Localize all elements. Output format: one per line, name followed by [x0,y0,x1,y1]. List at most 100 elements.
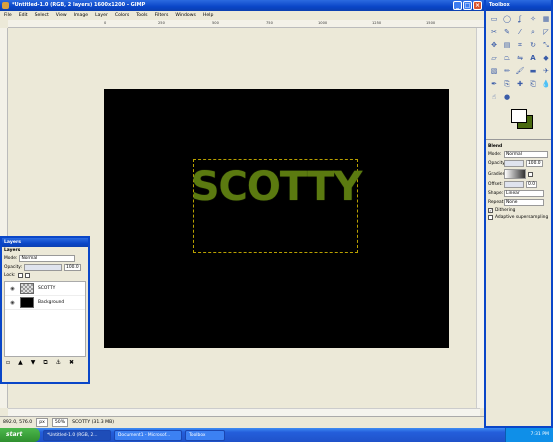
unit-select[interactable]: px [36,418,48,427]
zoom-icon[interactable]: ⌕ [527,26,539,38]
minimize-button[interactable]: _ [453,1,462,10]
layer-mode-select[interactable]: Normal [19,255,76,262]
eraser-icon[interactable]: ▬ [527,65,539,77]
pencil-icon[interactable]: ✏ [501,65,513,77]
gradient-preview[interactable] [504,169,526,179]
heal-icon[interactable]: ✚ [514,78,526,90]
airbrush-icon[interactable]: ✈ [540,65,552,77]
text-icon[interactable]: A [527,52,539,64]
menu-tools[interactable]: Tools [136,11,147,20]
blend-opacity-input[interactable]: 100.0 [526,160,543,167]
gimp-app-icon [2,2,9,9]
dodge-burn-icon[interactable]: ● [501,91,513,103]
ellipse-select-icon[interactable]: ◯ [501,13,513,25]
ruler-tick: 250 [158,21,165,25]
layers-heading: Layers [4,248,21,253]
foreground-color-swatch[interactable] [511,109,527,123]
layer-lock-label: Lock: [4,273,16,278]
vertical-scrollbar[interactable] [476,28,484,408]
bucket-fill-icon[interactable]: ◆ [540,52,552,64]
shape-select[interactable]: Linear [504,190,544,197]
maximize-button[interactable]: □ [463,1,472,10]
clone-icon[interactable]: ⎘ [501,78,513,90]
lock-alpha-checkbox[interactable] [24,273,30,278]
menu-view[interactable]: View [56,11,67,20]
ink-icon[interactable]: ✒ [488,78,500,90]
delete-layer-icon[interactable]: ✖ [69,359,74,367]
color-select-icon[interactable]: ▦ [540,13,552,25]
lower-layer-icon[interactable]: ▼ [31,359,36,367]
start-button[interactable]: start [0,428,40,442]
scissors-icon[interactable]: ✂ [488,26,500,38]
taskbar-item-gimp[interactable]: *Untitled-1.0 (RGB, 2... [43,429,111,441]
menu-help[interactable]: Help [203,11,213,20]
rect-select-icon[interactable]: ▭ [488,13,500,25]
raise-layer-icon[interactable]: ▲ [18,359,23,367]
perspective-clone-icon[interactable]: ⎗ [527,78,539,90]
main-window-title: *Untitled-1.0 (RGB, 2 layers) 1600x1200 … [12,2,146,8]
menu-select[interactable]: Select [35,11,49,20]
shear-icon[interactable]: ▱ [488,52,500,64]
toolbox-titlebar[interactable]: Toolbox [486,0,551,11]
taskbar: start *Untitled-1.0 (RGB, 2... Document1… [0,428,553,442]
layers-button-bar: ▫ ▲ ▼ ⧉ ⚓ ✖ [2,357,88,369]
menu-file[interactable]: File [4,11,12,20]
ruler-tick: 500 [212,21,219,25]
align-icon[interactable]: ▤ [501,39,513,51]
status-message: SCOTTY (31.3 MB) [72,420,115,425]
flip-icon[interactable]: ⇋ [514,52,526,64]
perspective-icon[interactable]: ⏢ [501,52,513,64]
offset-slider[interactable] [504,181,524,188]
fuzzy-select-icon[interactable]: ✧ [527,13,539,25]
new-layer-icon[interactable]: ▫ [6,359,10,367]
smudge-icon[interactable]: ☝ [488,91,500,103]
duplicate-layer-icon[interactable]: ⧉ [43,359,47,367]
anchor-layer-icon[interactable]: ⚓ [56,359,61,367]
taskbar-item-word[interactable]: Document1 - Microsof... [114,429,182,441]
close-button[interactable]: × [473,1,482,10]
crop-icon[interactable]: ⌗ [514,39,526,51]
menu-image[interactable]: Image [74,11,88,20]
blend-opacity-slider[interactable] [504,160,524,167]
menu-filters[interactable]: Filters [155,11,169,20]
menu-colors[interactable]: Colors [115,11,129,20]
reverse-gradient-checkbox[interactable] [528,171,533,177]
layer-row-background[interactable]: ◉ Background [5,296,85,310]
taskbar-item-toolbox[interactable]: Toolbox [185,429,225,441]
blend-mode-select[interactable]: Normal [504,151,548,158]
repeat-select[interactable]: None [504,199,544,206]
tool-options-panel: Blend Mode: Normal Opacity: 100.0 Gradie… [486,139,551,224]
measure-icon[interactable]: ◸ [540,26,552,38]
paths-icon[interactable]: ✎ [501,26,513,38]
convolve-icon[interactable]: 💧 [540,78,552,90]
layer-opacity-input[interactable]: 100.0 [64,264,81,271]
layer-row-scotty[interactable]: ◉ SCOTTY [5,282,85,296]
menu-windows[interactable]: Windows [175,11,196,20]
blend-icon[interactable]: ▧ [488,65,500,77]
color-picker-icon[interactable]: ⁄ [514,26,526,38]
paintbrush-icon[interactable]: 🖌 [514,65,526,77]
scale-icon[interactable]: ⤡ [540,39,552,51]
layer-list: ◉ SCOTTY ◉ Background [4,281,86,357]
rotate-icon[interactable]: ↻ [527,39,539,51]
layer-opacity-slider[interactable] [24,264,63,271]
dithering-checkbox[interactable]: ✓ [488,208,493,213]
horizontal-scrollbar[interactable] [8,408,480,416]
move-icon[interactable]: ✥ [488,39,500,51]
menu-edit[interactable]: Edit [19,11,28,20]
horizontal-ruler[interactable]: 0 250 500 750 1000 1250 1500 [8,20,484,28]
color-swatches [489,107,548,137]
dithering-label: Dithering [495,208,516,213]
layers-dialog: Layers Layers Mode: Normal Opacity: 100.… [0,236,90,384]
adaptive-supersampling-checkbox[interactable] [488,215,493,220]
ruler-tick: 0 [104,21,107,25]
menu-layer[interactable]: Layer [95,11,108,20]
offset-input[interactable]: 0.0 [526,181,537,188]
zoom-select[interactable]: 50% [51,418,69,427]
lock-pixels-checkbox[interactable] [17,273,23,278]
visibility-eye-icon[interactable]: ◉ [9,286,16,292]
layers-dialog-titlebar[interactable]: Layers [2,238,88,247]
visibility-eye-icon[interactable]: ◉ [9,300,16,306]
main-window-titlebar[interactable]: *Untitled-1.0 (RGB, 2 layers) 1600x1200 … [0,0,484,11]
free-select-icon[interactable]: ʆ [514,13,526,25]
